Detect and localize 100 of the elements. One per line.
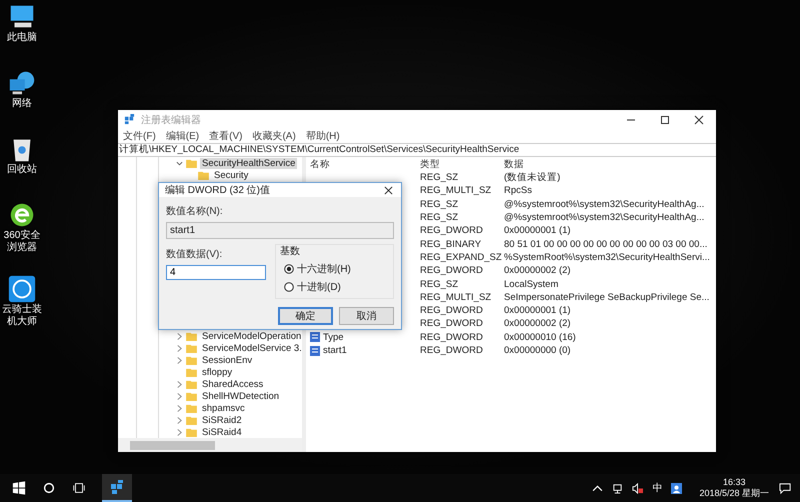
tree-item[interactable]: SharedAccess: [200, 378, 266, 390]
table-cell-text: SeImpersonatePrivilege SeBackupPrivilege Se...: [504, 292, 710, 303]
table-cell-text: REG_MULTI_SZ: [420, 185, 492, 196]
chevron-right-icon[interactable]: [176, 428, 183, 436]
chevron-right-icon[interactable]: [176, 416, 183, 424]
value-data-field[interactable]: 4: [166, 265, 266, 280]
table-cell-text: 0x00000002 (2): [504, 318, 572, 330]
radio-button[interactable]: [284, 282, 294, 292]
table-cell-text: REG_DWORD: [420, 225, 484, 236]
task-view-icon[interactable]: [72, 481, 86, 495]
tree-item[interactable]: ShellHWDetection: [200, 390, 282, 402]
speaker-muted-icon[interactable]: [632, 482, 644, 494]
registry-icon: [124, 114, 135, 125]
table-cell-text: REG_BINARY: [420, 238, 482, 250]
menu-item[interactable]: 查看(V): [209, 129, 242, 143]
table-cell-text: REG_DWORD: [420, 305, 484, 316]
app-logo-icon[interactable]: [7, 274, 37, 304]
desktop-icon-label[interactable]: 回收站: [7, 164, 37, 176]
start-icon[interactable]: [12, 481, 26, 495]
clock[interactable]: 16:33 2018/5/28 星期一: [699, 477, 769, 499]
value-name[interactable]: Type: [323, 332, 344, 343]
table-cell-text: 0x00000002 (2): [504, 265, 572, 276]
ime-indicator[interactable]: 中: [652, 481, 662, 495]
table-cell-text: REG_DWORD: [420, 318, 484, 330]
binary-value-icon: [310, 332, 320, 342]
column-header[interactable]: 名称: [310, 158, 420, 170]
network-icon[interactable]: [612, 482, 624, 494]
group-label: 基数: [280, 244, 301, 258]
field-label: 数值数据(V):: [166, 248, 224, 261]
table-cell-text: 0x00000000 (0): [504, 345, 572, 356]
horizontal-scrollbar[interactable]: [118, 438, 302, 452]
radio-label[interactable]: 十六进制(H): [297, 262, 351, 276]
folder-icon: [186, 158, 197, 168]
value-name-field[interactable]: start1: [166, 222, 394, 239]
menu-item[interactable]: 文件(F): [123, 129, 156, 143]
tree-item[interactable]: Security: [212, 170, 250, 180]
chevron-right-icon[interactable]: [176, 356, 183, 364]
table-cell-text: LocalSystem: [504, 278, 560, 290]
tree-item[interactable]: SiSRaid2: [200, 414, 244, 426]
chevron-right-icon[interactable]: [176, 344, 183, 352]
taskbar-app-button[interactable]: [102, 474, 132, 502]
tree-item[interactable]: SecurityHealthService: [200, 158, 298, 168]
table-cell-text: REG_MULTI_SZ: [420, 292, 492, 303]
radio-label[interactable]: 十进制(D): [297, 280, 341, 294]
table-cell-text: %SystemRoot%\system32\SecurityHealthServi...: [504, 252, 711, 263]
table-cell-text: REG_SZ: [420, 212, 460, 224]
table-cell-text: RpcSs: [504, 185, 533, 196]
tree-item[interactable]: shpamsvc: [200, 402, 247, 414]
folder-icon: [186, 356, 197, 364]
chevron-right-icon[interactable]: [176, 404, 183, 412]
column-header[interactable]: 类型: [420, 158, 504, 170]
table-cell-text: REG_SZ: [420, 198, 460, 210]
folder-icon: [186, 344, 197, 352]
registry-icon: [109, 479, 125, 495]
chevron-right-icon[interactable]: [176, 380, 183, 388]
table-cell-text: 0x00000001 (1): [504, 305, 572, 316]
table-cell-text: 0x00000010 (16): [504, 332, 577, 343]
folder-icon: [186, 404, 197, 412]
user-icon[interactable]: [671, 482, 682, 494]
value-name[interactable]: start1: [323, 345, 347, 356]
notification-icon[interactable]: [779, 482, 792, 494]
desktop-icon-label[interactable]: 此电脑: [7, 32, 37, 44]
column-header[interactable]: 数据: [504, 158, 716, 170]
cancel-button[interactable]: 取消: [339, 307, 394, 325]
search-circle-icon[interactable]: [42, 481, 56, 495]
address-bar[interactable]: 计算机\HKEY_LOCAL_MACHINE\SYSTEM\CurrentControlSet\Services\SecurityHealthService: [118, 143, 716, 157]
table-cell-text: @%systemroot%\system32\SecurityHealthAg...: [504, 212, 706, 224]
tree-item[interactable]: ServiceModelOperation: [200, 330, 304, 342]
tree-item[interactable]: ServiceModelService 3.: [200, 342, 304, 354]
menu-item[interactable]: 帮助(H): [306, 129, 340, 143]
folder-icon: [186, 392, 197, 400]
clock-time: 16:33: [722, 477, 746, 488]
desktop-icon-label[interactable]: 360安全浏览器: [0, 230, 44, 254]
table-cell-text: @%systemroot%\system32\SecurityHealthAg...: [504, 198, 706, 210]
chevron-right-icon[interactable]: [176, 392, 183, 400]
window-title: 注册表编辑器: [141, 114, 201, 126]
clock-date: 2018/5/28 星期一: [699, 488, 769, 499]
table-cell-text: REG_SZ: [420, 172, 460, 184]
folder-icon: [186, 368, 197, 376]
tree-item[interactable]: SiSRaid4: [200, 426, 244, 438]
desktop-icon-label[interactable]: 云骑士装机大师: [0, 304, 44, 328]
chevron-right-icon[interactable]: [176, 332, 183, 340]
tree-item[interactable]: sfloppy: [200, 366, 234, 378]
dialog-title: 编辑 DWORD (32 位)值: [165, 184, 270, 197]
tree-item[interactable]: SessionEnv: [200, 354, 254, 366]
desktop-icon-label[interactable]: 网络: [12, 98, 32, 110]
close-icon[interactable]: [384, 186, 393, 194]
folder-icon: [186, 380, 197, 388]
table-cell-text: 0x00000001 (1): [504, 225, 572, 236]
table-cell-text: REG_DWORD: [420, 265, 484, 276]
binary-value-icon: [310, 346, 320, 356]
table-cell-text: 80 51 01 00 00 00 00 00 00 00 00 00 03 00 00...: [504, 238, 708, 250]
menu-item[interactable]: 收藏夹(A): [252, 129, 296, 143]
folder-icon: [186, 416, 197, 424]
ok-button[interactable]: 确定: [278, 307, 333, 325]
chevron-down-icon[interactable]: [176, 160, 183, 166]
menu-item[interactable]: 编辑(E): [166, 129, 200, 143]
table-cell-text: (数值未设置): [504, 171, 562, 184]
table-cell-text: REG_DWORD: [420, 345, 484, 356]
radio-button[interactable]: [284, 264, 294, 274]
